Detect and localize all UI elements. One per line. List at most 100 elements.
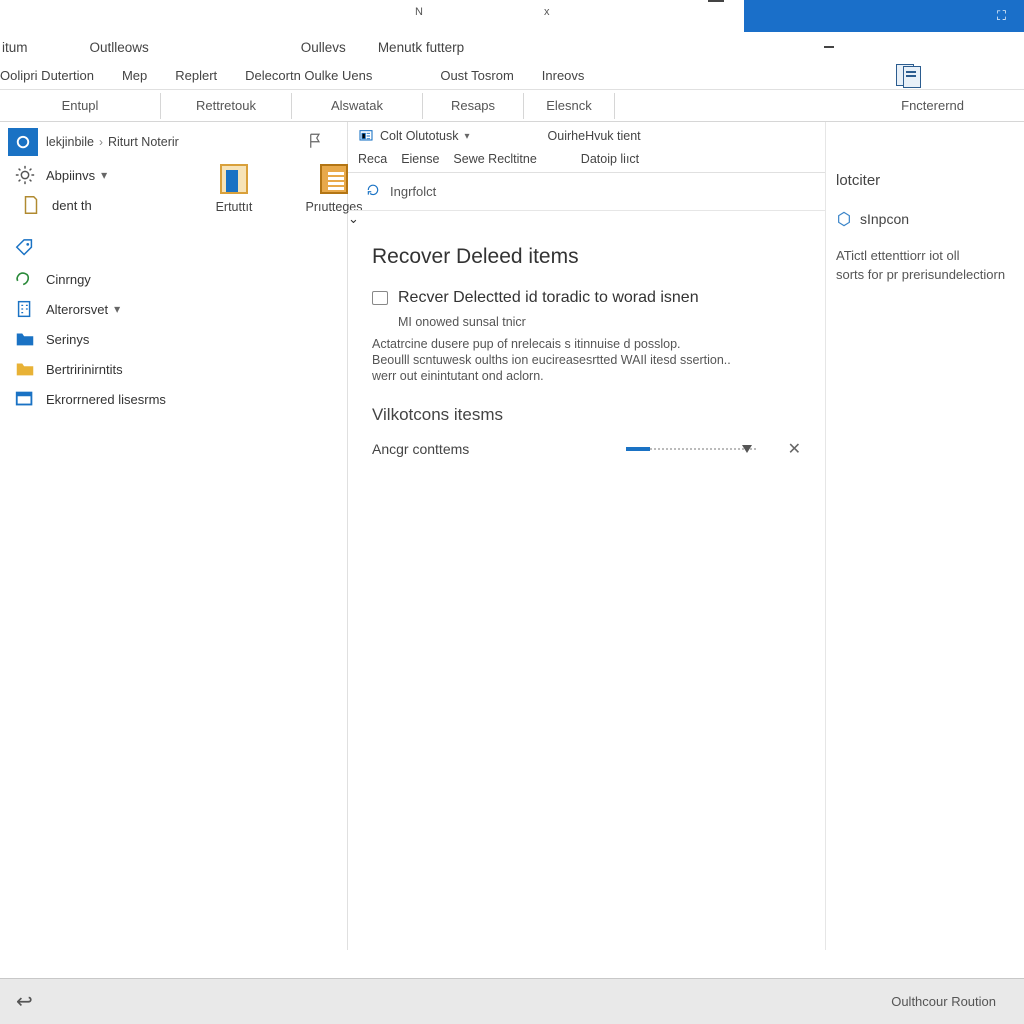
right-panel: lotciter sInpcon ATictl ettenttiorr iot … bbox=[826, 122, 1024, 950]
ribbon-group-4: Elesnck bbox=[524, 98, 614, 113]
sub-minimize-button[interactable] bbox=[824, 46, 834, 48]
ribbon-group-right: Fncterernd bbox=[901, 98, 964, 113]
folder-doc-icon bbox=[220, 164, 248, 194]
right-body-2: sorts for pr prerisundelectiorn bbox=[836, 266, 1014, 285]
maximize-icon[interactable]: ⛶ bbox=[997, 8, 1006, 24]
info-text: Ingrfolct bbox=[390, 184, 436, 199]
sidebar-item-label: Ekrorrnered lisesrms bbox=[46, 392, 166, 407]
option-desc-3: werr out einintutant ond aclorn. bbox=[372, 369, 801, 383]
window-controls bbox=[708, 0, 744, 2]
right-title: lotciter bbox=[836, 172, 1014, 189]
sidebar-item-label: Serinys bbox=[46, 332, 89, 347]
sidebar-item-tag[interactable] bbox=[4, 234, 343, 264]
sidebar-item-label: Bertririnirntits bbox=[46, 362, 123, 377]
ribbon-tab-5[interactable]: Inreovs bbox=[528, 68, 599, 83]
title-mark-n: N bbox=[415, 6, 423, 18]
ribbon-tab-2[interactable]: Replert bbox=[161, 68, 231, 83]
big-icon-label-a: Ertuttıt bbox=[216, 200, 253, 214]
folder-yellow-icon bbox=[14, 359, 36, 379]
toolbar-label: Colt Olutotusk bbox=[380, 129, 459, 143]
option-desc-2: Beoulll scntuwesk oulths ion eucireasesr… bbox=[372, 353, 801, 367]
sidebar-item-label: Abpiinvs bbox=[46, 168, 95, 183]
sidebar-big-icons: Ertuttıt Prıutteges bbox=[208, 164, 360, 214]
slider-knob-icon[interactable] bbox=[742, 445, 752, 453]
tb2-reca[interactable]: Reca bbox=[358, 152, 387, 166]
sidebar-item-bertri[interactable]: Bertririnirntits bbox=[4, 354, 343, 384]
sidebar-item-alterorsvet[interactable]: Alterorsvet ▾ bbox=[4, 294, 343, 324]
sidebar-item-cinrngy[interactable]: Cinrngy bbox=[4, 264, 343, 294]
chevron-down-icon: ▾ bbox=[465, 131, 470, 142]
refresh-icon[interactable] bbox=[366, 183, 380, 200]
ribbon-group-3: Resaps bbox=[423, 98, 523, 113]
ribbon-tab-4[interactable]: Oust Tosrom bbox=[426, 68, 527, 83]
checkbox-icon[interactable] bbox=[372, 291, 388, 305]
right-sub-label: sInpcon bbox=[860, 211, 909, 227]
option-row[interactable]: Recver Delectted id toradic to worad isn… bbox=[372, 289, 801, 307]
breadcrumb-b[interactable]: Riturt Noterir bbox=[108, 135, 179, 149]
close-icon[interactable]: ✕ bbox=[788, 439, 801, 459]
breadcrumb-a[interactable]: lekjinbile bbox=[46, 135, 94, 149]
hex-icon bbox=[836, 211, 852, 227]
big-icon-ertuttit[interactable]: Ertuttıt bbox=[208, 164, 260, 214]
gear-icon bbox=[14, 165, 36, 185]
page-title: Recover Deleed items bbox=[372, 245, 801, 269]
folder-blue-icon bbox=[14, 329, 36, 349]
list-doc-icon bbox=[320, 164, 348, 194]
tb2-datoip[interactable]: Datoip liıct bbox=[581, 152, 639, 166]
file-icon bbox=[20, 195, 42, 215]
right-body-1: ATictl ettenttiorr iot oll bbox=[836, 247, 1014, 266]
ribbon-tab-3[interactable]: Delecortn Oulke Uens bbox=[231, 68, 386, 83]
center-toolbar: Colt Olutotusk ▾ OuirheHvuk tient bbox=[348, 122, 825, 150]
toolbar-ouirhe[interactable]: OuirheHvuk tient bbox=[548, 129, 641, 143]
sub-window-controls bbox=[824, 32, 1024, 62]
menu-item-3[interactable]: Menutk futterp bbox=[362, 40, 480, 55]
building-icon bbox=[14, 299, 36, 319]
window-icon bbox=[14, 389, 36, 409]
slider[interactable] bbox=[626, 439, 756, 459]
outlook-logo-icon[interactable] bbox=[8, 128, 38, 156]
sidebar-item-label: Alterorsvet bbox=[46, 302, 108, 317]
sidebar-item-ekrorrnered[interactable]: Ekrorrnered lisesrms bbox=[4, 384, 343, 414]
menu-item-1[interactable]: Outlleows bbox=[74, 40, 165, 55]
menu-item-2[interactable]: Oullevs bbox=[285, 40, 362, 55]
tb2-sewe[interactable]: Sewe Recltitne bbox=[453, 152, 536, 166]
status-bar: ↩ Oulthcour Roution bbox=[0, 978, 1024, 1024]
right-sub[interactable]: sInpcon bbox=[836, 211, 1014, 227]
ribbon-group-1: Rettretouk bbox=[161, 98, 291, 113]
center-pane: Colt Olutotusk ▾ OuirheHvuk tient Reca E… bbox=[348, 122, 826, 950]
tag-icon bbox=[14, 239, 36, 259]
flag-icon[interactable] bbox=[307, 132, 325, 153]
option-desc-1: Actatrcine dusere pup of nrelecais s iti… bbox=[372, 337, 801, 351]
back-arrow-icon[interactable]: ↩ bbox=[16, 989, 33, 1014]
sidebar-item-label: Cinrngy bbox=[46, 272, 91, 287]
option-title: Recver Delectted id toradic to worad isn… bbox=[398, 289, 699, 307]
sidebar-item-serinys[interactable]: Serinys bbox=[4, 324, 343, 354]
section-heading: Vilkotcons itesms bbox=[372, 405, 801, 425]
chevron-down-icon: ▾ bbox=[114, 302, 120, 316]
ribbon-group-2: Alswatak bbox=[292, 98, 422, 113]
menu-item-0[interactable]: itum bbox=[0, 40, 44, 55]
sidebar: lekjinbile › Riturt Noterir Ertuttıt Prı… bbox=[0, 122, 348, 950]
title-mark-x: x bbox=[544, 6, 550, 18]
collapse-chevron-icon[interactable]: ⌄ bbox=[348, 211, 359, 226]
minimize-button[interactable] bbox=[708, 0, 724, 2]
clip-icon bbox=[14, 269, 36, 289]
chevron-down-icon: ▾ bbox=[101, 168, 107, 182]
ribbon-tab-0[interactable]: Oolipri Dutertion bbox=[0, 68, 108, 83]
title-bar: N x ⛶ bbox=[0, 0, 1024, 32]
field-label: Ancgr conttems bbox=[372, 441, 469, 457]
option-sub: MI onowed sunsal tnicr bbox=[398, 315, 801, 329]
body-area: lekjinbile › Riturt Noterir Ertuttıt Prı… bbox=[0, 122, 1024, 950]
ribbon-tab-1[interactable]: Mep bbox=[108, 68, 161, 83]
tb2-eiense[interactable]: Eiense bbox=[401, 152, 439, 166]
field-row: Ancgr conttems ✕ bbox=[372, 439, 801, 459]
ribbon-group-0: Entupl bbox=[0, 98, 160, 113]
ribbon-doc-icon[interactable] bbox=[896, 64, 924, 88]
toolbar-label: OuirheHvuk tient bbox=[548, 129, 641, 143]
chevron-right-icon: › bbox=[99, 135, 103, 149]
ribbon-tabs: Oolipri Dutertion Mep Replert Delecortn … bbox=[0, 62, 1024, 90]
breadcrumb: lekjinbile › Riturt Noterir bbox=[4, 128, 343, 156]
status-text: Oulthcour Roution bbox=[891, 994, 996, 1009]
ribbon-groups: Entupl Rettretouk Alswatak Resaps Elesnc… bbox=[0, 90, 1024, 122]
toolbar-colt[interactable]: Colt Olutotusk ▾ bbox=[358, 128, 470, 144]
